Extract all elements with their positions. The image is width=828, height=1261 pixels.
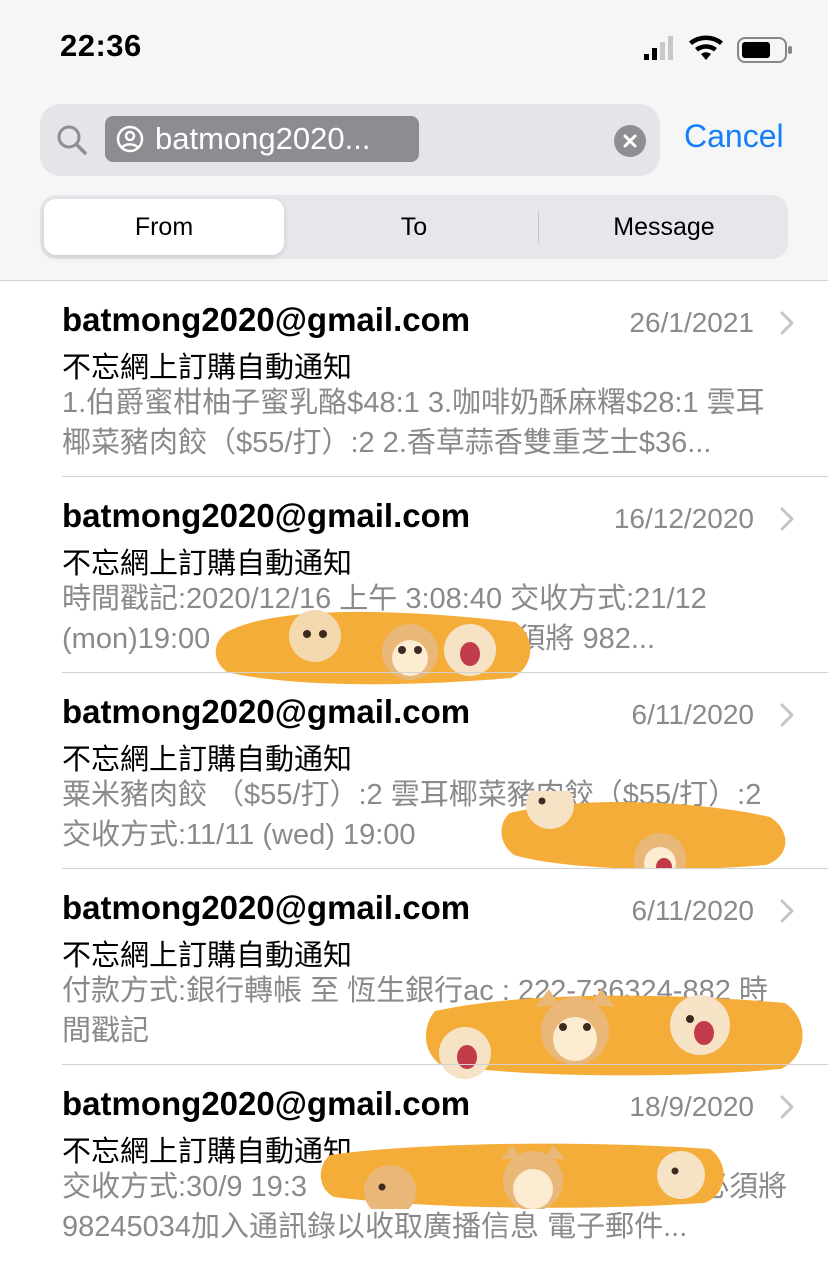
battery-icon [737,37,792,63]
segment-divider [538,211,539,243]
close-icon [623,134,637,148]
cellular-signal-icon [644,36,673,60]
scope-to[interactable]: To [294,199,534,255]
email-subject: 不忘網上訂購自動通知 [62,352,353,384]
email-subject: 不忘網上訂購自動通知 [62,744,353,776]
email-subject: 不忘網上訂購自動通知 [62,1136,353,1168]
email-sender: batmong2020@gmail.com [62,1085,471,1122]
status-icons [644,35,792,63]
scope-message[interactable]: Message [544,199,784,255]
scope-from[interactable]: From [44,199,284,255]
search-scope-control: From To Message [40,195,788,259]
email-date: 6/11/2020 [631,895,755,926]
email-row[interactable]: batmong2020@gmail.com 18/9/2020 不忘網上訂購自動… [0,1065,828,1261]
email-subject: 不忘網上訂購自動通知 [62,940,353,972]
email-date: 26/1/2021 [629,307,754,338]
chevron-right-icon [780,311,794,335]
email-sender: batmong2020@gmail.com [62,497,471,534]
chevron-right-icon [780,703,794,727]
wifi-icon [689,35,723,60]
shiba-sticker-redaction [501,791,786,869]
email-sender: batmong2020@gmail.com [62,889,471,926]
status-time: 22:36 [60,28,142,63]
email-row[interactable]: batmong2020@gmail.com 26/1/2021 不忘網上訂購自動… [0,281,828,477]
email-date: 16/12/2020 [613,503,754,534]
email-row[interactable]: batmong2020@gmail.com 16/12/2020 不忘網上訂購自… [0,477,828,685]
shiba-sticker-redaction [320,1143,724,1209]
cancel-button[interactable]: Cancel [684,118,784,155]
clear-search-button[interactable] [614,125,646,157]
email-results-list: batmong2020@gmail.com 26/1/2021 不忘網上訂購自動… [0,281,828,1261]
chevron-right-icon [780,899,794,923]
email-date: 18/9/2020 [629,1091,754,1122]
search-bar[interactable]: batmong2020... [40,104,660,176]
chevron-right-icon [780,507,794,531]
email-date: 6/11/2020 [631,699,755,730]
header: 22:36 batmong2020... Cancel From To Mess… [0,0,828,281]
email-row[interactable]: batmong2020@gmail.com 6/11/2020 不忘網上訂購自動… [0,673,828,869]
email-sender: batmong2020@gmail.com [62,301,471,338]
search-icon [57,125,87,155]
email-sender: batmong2020@gmail.com [62,693,471,730]
email-subject: 不忘網上訂購自動通知 [62,548,353,580]
search-token[interactable]: batmong2020... [105,116,419,162]
email-row[interactable]: batmong2020@gmail.com 6/11/2020 不忘網上訂購自動… [0,869,828,1079]
email-preview: 1.伯爵蜜柑柚子蜜乳酪$48:1 3.咖啡奶酥麻糬$28:1 雲耳椰菜豬肉餃（$… [62,387,765,459]
search-token-text: batmong2020... [155,121,371,156]
chevron-right-icon [780,1095,794,1119]
person-circle-icon [116,125,144,153]
